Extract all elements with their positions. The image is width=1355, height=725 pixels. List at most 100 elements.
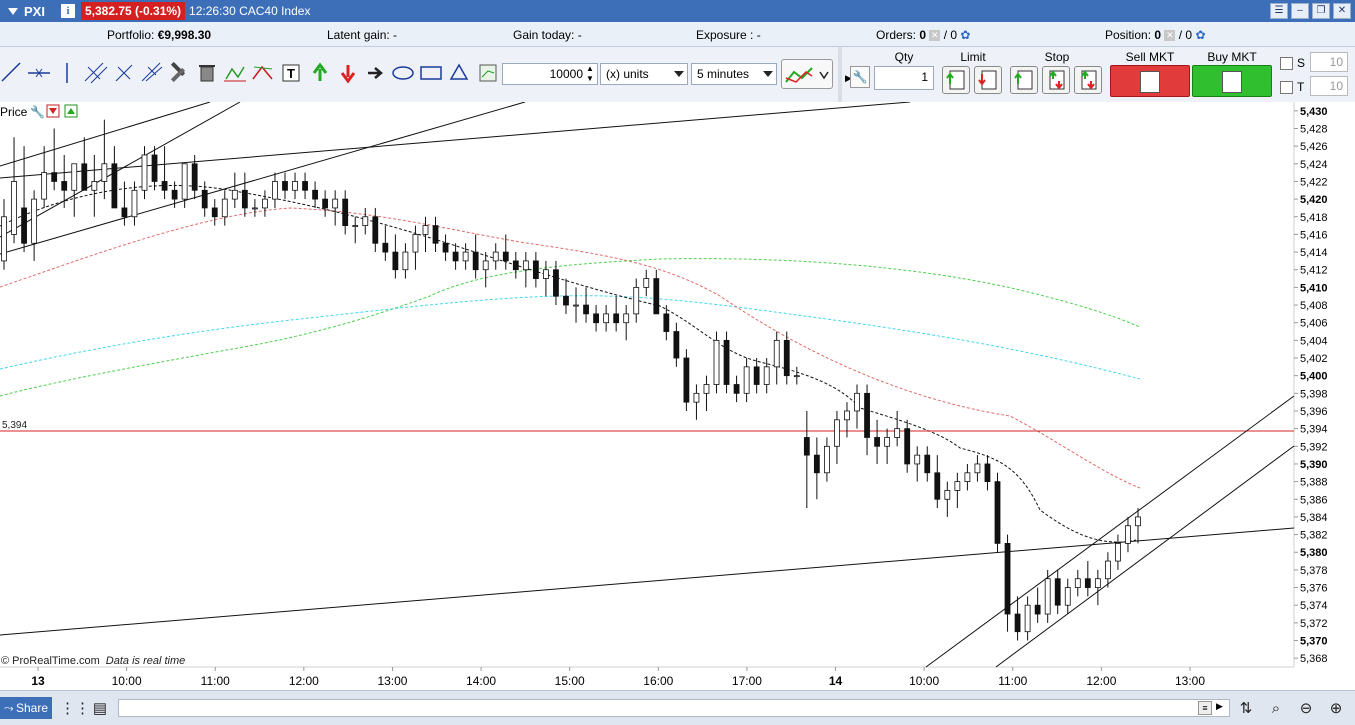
buy-limit-button[interactable] — [942, 66, 970, 94]
line-tool-icon[interactable] — [1, 62, 21, 82]
menu-dropdown-icon[interactable] — [8, 7, 18, 15]
sell-market-button[interactable] — [1110, 65, 1190, 97]
buy-arrow-icon[interactable] — [312, 62, 328, 81]
toolbar-divider — [838, 47, 842, 102]
candle-body — [743, 366, 750, 394]
restore-button[interactable]: ❐ — [1312, 3, 1330, 19]
chevron-down-icon — [674, 71, 684, 77]
sell-limit-button[interactable] — [974, 66, 1002, 94]
trash-icon[interactable] — [199, 65, 215, 82]
candle-body — [71, 163, 78, 191]
window-menu-button[interactable]: ☰ — [1270, 3, 1288, 19]
zoom-area-icon[interactable]: ⌕ — [1266, 699, 1286, 719]
scroll-right-icon[interactable]: ▶ — [1216, 701, 1223, 712]
time-scrollbar[interactable] — [118, 699, 1230, 717]
candle-body — [1, 216, 7, 262]
zoom-in-icon[interactable]: ⊕ — [1326, 699, 1346, 719]
fan-icon[interactable] — [115, 64, 133, 82]
panel-wrench-icon[interactable]: 🔧 — [30, 104, 45, 119]
triangle-tool-icon[interactable] — [449, 63, 469, 80]
quantity-input[interactable]: 10000 — [502, 63, 598, 85]
price-level-label: 5,394 — [2, 420, 27, 431]
candle-body — [382, 242, 389, 253]
candle-body — [914, 454, 921, 465]
units-select[interactable]: (x) units — [600, 63, 688, 85]
sell-stop-icon — [1081, 70, 1097, 90]
price-tick-label: 5,386 — [1300, 494, 1328, 506]
price-tick-label: 5,378 — [1300, 565, 1328, 577]
instrument-list-icon[interactable]: ⋮⋮ — [60, 699, 90, 719]
right-arrow-icon[interactable] — [368, 67, 383, 79]
triangle-pattern-icon[interactable] — [252, 65, 273, 80]
price-tick-label: 5,396 — [1300, 406, 1328, 418]
candle-body — [834, 419, 840, 447]
ellipse-tool-icon[interactable] — [392, 66, 414, 80]
stop-checkbox[interactable] — [1280, 57, 1293, 70]
position-settings-icon[interactable]: ✿ — [1195, 28, 1205, 42]
orders-settings-icon[interactable]: ✿ — [960, 28, 970, 42]
stop-both-button[interactable] — [1042, 66, 1070, 94]
info-icon[interactable]: i — [60, 4, 75, 18]
candle-body — [442, 242, 449, 253]
candle-body — [844, 410, 850, 421]
wave-icon[interactable] — [224, 66, 246, 82]
price-tick-label: 5,390 — [1300, 459, 1328, 471]
price-tick-label: 5,402 — [1300, 353, 1328, 365]
stop-distance-input[interactable]: 10 — [1310, 52, 1348, 72]
candle-body — [101, 163, 108, 182]
close-button[interactable]: ✕ — [1333, 3, 1351, 19]
rectangle-tool-icon[interactable] — [420, 66, 442, 80]
horizontal-line-icon[interactable] — [28, 68, 50, 78]
price-chart[interactable]: 5,430 5,428 5,426 5,424 5,422 5,420 5,418 5,416… — [0, 102, 1355, 690]
time-tick-label: 13 — [31, 674, 45, 688]
timeframe-select[interactable]: 5 minutes — [691, 63, 777, 85]
candle-body — [81, 163, 88, 191]
buy-stop-icon — [1014, 70, 1033, 90]
price-panel-label: Price — [0, 105, 28, 119]
candle-body — [402, 251, 409, 271]
cancel-orders-icon[interactable]: ✕ — [929, 30, 941, 42]
time-tick-label: 11:00 — [201, 674, 230, 688]
candle-body — [131, 189, 138, 218]
zoom-out-icon[interactable]: ⊖ — [1296, 699, 1316, 719]
quantity-stepper[interactable]: ▲ ▼ — [586, 64, 594, 84]
sell-stop-button[interactable] — [1074, 66, 1102, 94]
candle-body — [894, 428, 901, 438]
wrench-icon[interactable]: 🔧 — [850, 66, 870, 88]
candle-body — [994, 481, 1001, 544]
price-tick-label: 5,418 — [1300, 212, 1328, 224]
minimize-button[interactable]: – — [1291, 3, 1309, 19]
autoscale-icon[interactable]: ⇅ — [1236, 699, 1256, 719]
time-tick-label: 15:00 — [555, 674, 585, 688]
candle-body — [663, 313, 670, 332]
exposure-info: Exposure : - — [696, 28, 761, 42]
scroll-thumb[interactable]: ≡ — [1198, 701, 1212, 715]
candle-body — [874, 437, 880, 447]
candle-body — [1125, 525, 1131, 544]
target-distance-input[interactable]: 10 — [1310, 76, 1348, 96]
fibonacci-icon[interactable] — [141, 62, 163, 82]
tools-icon[interactable] — [170, 61, 186, 83]
price-tick-label: 5,412 — [1300, 265, 1328, 277]
candle-body — [31, 198, 38, 244]
price-tick-label: 5,376 — [1300, 583, 1328, 595]
price-tick-label: 5,394 — [1300, 424, 1328, 436]
buy-market-button[interactable] — [1192, 65, 1272, 97]
candle-body — [864, 392, 870, 438]
candle-body — [532, 260, 539, 279]
indicator-tool-icon[interactable] — [479, 64, 497, 82]
sell-arrow-icon[interactable] — [340, 65, 356, 84]
layout-icon[interactable]: ▤ — [90, 699, 110, 719]
close-position-icon[interactable]: ✕ — [1164, 30, 1176, 42]
target-checkbox[interactable] — [1280, 81, 1293, 94]
candle-body — [563, 295, 569, 306]
time-tick-label: 13:00 — [377, 674, 407, 688]
buy-stop-button[interactable] — [1010, 66, 1038, 94]
indicators-button[interactable] — [781, 59, 833, 89]
text-tool-icon[interactable]: T — [282, 64, 300, 82]
candle-body — [753, 366, 760, 385]
order-qty-input[interactable]: 1 — [874, 66, 934, 90]
drawing-trading-toolbar: T 10000 ▲ ▼ (x) units 5 minutes ▶ 🔧 Qty 1… — [0, 47, 1355, 102]
candle-body — [372, 216, 379, 244]
channel-icon[interactable] — [84, 62, 108, 84]
